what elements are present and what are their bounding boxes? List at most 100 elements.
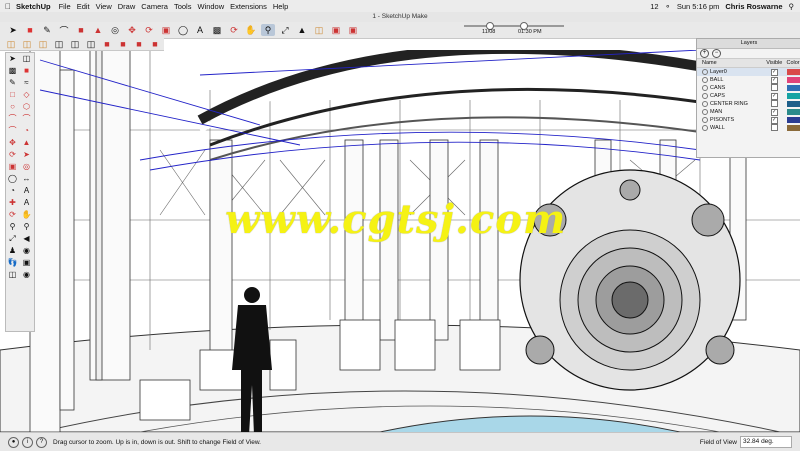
active-layer-radio[interactable] bbox=[702, 77, 708, 83]
layer-color-swatch[interactable] bbox=[786, 125, 800, 131]
palette-rect-icon[interactable]: □ bbox=[6, 89, 19, 100]
style-hidden-icon[interactable]: ■ bbox=[132, 38, 146, 50]
active-layer-radio[interactable] bbox=[702, 69, 708, 75]
palette-orbit-icon[interactable]: ⟳ bbox=[6, 209, 19, 220]
active-layer-radio[interactable] bbox=[702, 101, 708, 107]
layer-color-swatch[interactable] bbox=[786, 69, 800, 75]
palette-followme-icon[interactable]: ➤ bbox=[20, 149, 33, 160]
move-icon[interactable]: ✥ bbox=[125, 24, 139, 36]
shadow-time-slider[interactable]: 11/08 01:30 PM bbox=[460, 22, 570, 38]
layer-row[interactable]: WALL bbox=[697, 123, 800, 132]
layer-visible-checkbox[interactable]: ✓ bbox=[770, 76, 778, 84]
layer-visible-checkbox[interactable]: ✓ bbox=[770, 68, 778, 76]
extension-icon[interactable]: ▣ bbox=[329, 24, 343, 36]
iso-view-icon[interactable]: ◫ bbox=[4, 38, 18, 50]
palette-previous-icon[interactable]: ◀ bbox=[20, 233, 33, 244]
layer-visible-checkbox[interactable] bbox=[770, 83, 778, 91]
menu-tools[interactable]: Tools bbox=[174, 2, 198, 11]
layer-name-cell[interactable]: WALL bbox=[697, 125, 763, 131]
layer-name-cell[interactable]: BALL bbox=[697, 77, 763, 83]
search-icon[interactable]: ⚲ bbox=[789, 2, 795, 11]
menu-draw[interactable]: Draw bbox=[118, 2, 142, 11]
layer-visible-checkbox[interactable] bbox=[770, 99, 778, 107]
palette-offset-icon[interactable]: ◎ bbox=[20, 161, 33, 172]
layer-name-cell[interactable]: CANS bbox=[697, 85, 763, 91]
components-icon[interactable]: ◫ bbox=[312, 24, 326, 36]
active-layer-radio[interactable] bbox=[702, 117, 708, 123]
back-view-icon[interactable]: ◫ bbox=[68, 38, 82, 50]
tape-icon[interactable]: ◯ bbox=[176, 24, 190, 36]
palette-rotate-icon[interactable]: ⟳ bbox=[6, 149, 19, 160]
layer-color-swatch[interactable] bbox=[786, 101, 800, 107]
palette-3dtext-icon[interactable]: A bbox=[20, 197, 33, 208]
layer-visible-checkbox[interactable]: ✓ bbox=[770, 116, 778, 124]
palette-arc2-icon[interactable]: ⌒ bbox=[20, 113, 33, 124]
geo-location-icon[interactable]: ● bbox=[8, 436, 19, 448]
palette-move-icon[interactable]: ✥ bbox=[6, 137, 19, 148]
palette-arc-icon[interactable]: ⌒ bbox=[6, 113, 19, 124]
palette-scale-icon[interactable]: ▣ bbox=[6, 161, 19, 172]
header-visible[interactable]: Visible bbox=[763, 60, 785, 66]
arc-icon[interactable]: ⌒ bbox=[57, 24, 71, 36]
offset-icon[interactable]: ◎ bbox=[108, 24, 122, 36]
zoom-icon[interactable]: ⚲ bbox=[261, 24, 275, 36]
top-view-icon[interactable]: ◫ bbox=[20, 38, 34, 50]
layer-color-swatch[interactable] bbox=[786, 77, 800, 83]
palette-paint-icon[interactable]: ▩ bbox=[6, 65, 19, 76]
palette-zoom-icon[interactable]: ⚲ bbox=[6, 221, 19, 232]
palette-camera-icon[interactable]: ◉ bbox=[20, 269, 33, 280]
layout-icon[interactable]: ▣ bbox=[346, 24, 360, 36]
palette-sandbox-icon[interactable]: ◫ bbox=[6, 269, 19, 280]
help-icon[interactable]: ? bbox=[36, 436, 47, 448]
layer-name-cell[interactable]: MAN bbox=[697, 109, 763, 115]
header-color[interactable]: Color bbox=[785, 60, 800, 66]
menu-window[interactable]: Window bbox=[197, 2, 230, 11]
left-view-icon[interactable]: ◫ bbox=[84, 38, 98, 50]
palette-pie-icon[interactable]: ◔ bbox=[20, 125, 33, 136]
palette-dimension-icon[interactable]: ↔ bbox=[20, 173, 33, 184]
layer-color-swatch[interactable] bbox=[786, 117, 800, 123]
palette-axes-icon[interactable]: ✚ bbox=[6, 197, 19, 208]
add-layer-icon[interactable]: + bbox=[700, 49, 709, 58]
clock[interactable]: Sun 5:16 pm bbox=[677, 2, 720, 11]
style-xray-icon[interactable]: ■ bbox=[100, 38, 114, 50]
menu-extensions[interactable]: Extensions bbox=[230, 2, 273, 11]
layer-color-swatch[interactable] bbox=[786, 85, 800, 91]
zoom-extents-icon[interactable]: ⤢ bbox=[278, 24, 292, 36]
layer-row[interactable]: CANS bbox=[697, 83, 800, 92]
palette-zoomwindow-icon[interactable]: ⚲ bbox=[20, 221, 33, 232]
layer-row[interactable]: Layer0 ✓ bbox=[697, 68, 800, 76]
palette-polygon-icon[interactable]: ⬡ bbox=[20, 101, 33, 112]
style-shaded-icon[interactable]: ■ bbox=[148, 38, 162, 50]
palette-freehand-icon[interactable]: ≈ bbox=[20, 77, 33, 88]
palette-circle-icon[interactable]: ○ bbox=[6, 101, 19, 112]
select-icon[interactable]: ➤ bbox=[6, 24, 20, 36]
right-view-icon[interactable]: ◫ bbox=[52, 38, 66, 50]
layer-name-cell[interactable]: CENTER RING bbox=[697, 101, 763, 107]
remove-layer-icon[interactable]: − bbox=[712, 49, 721, 58]
palette-lookaround-icon[interactable]: ◉ bbox=[20, 245, 33, 256]
palette-arc3-icon[interactable]: ⌒ bbox=[6, 125, 19, 136]
palette-rotrect-icon[interactable]: ◇ bbox=[20, 89, 33, 100]
rotate-icon[interactable]: ⟳ bbox=[142, 24, 156, 36]
active-layer-radio[interactable] bbox=[702, 125, 708, 131]
palette-eraser-icon[interactable]: ■ bbox=[20, 65, 33, 76]
layer-row[interactable]: MAN ✓ bbox=[697, 108, 800, 116]
pencil-icon[interactable]: ✎ bbox=[40, 24, 54, 36]
palette-section-icon[interactable]: ▣ bbox=[20, 257, 33, 268]
palette-text-icon[interactable]: A bbox=[20, 185, 33, 196]
vcb-value[interactable]: 32.84 deg. bbox=[740, 436, 792, 448]
palette-walk-icon[interactable]: 👣 bbox=[6, 257, 19, 268]
orbit-icon[interactable]: ⟳ bbox=[227, 24, 241, 36]
apple-icon[interactable]:  bbox=[0, 2, 16, 11]
push-pull-icon[interactable]: ▲ bbox=[91, 24, 105, 36]
layer-name-cell[interactable]: Layer0 bbox=[697, 69, 763, 75]
layer-visible-checkbox[interactable]: ✓ bbox=[770, 108, 778, 116]
eraser-icon[interactable]: ■ bbox=[23, 24, 37, 36]
palette-position-icon[interactable]: ♟ bbox=[6, 245, 19, 256]
menu-view[interactable]: View bbox=[96, 2, 118, 11]
style-wire-icon[interactable]: ■ bbox=[116, 38, 130, 50]
shape-icon[interactable]: ■ bbox=[74, 24, 88, 36]
warehouse-icon[interactable]: ▲ bbox=[295, 24, 309, 36]
layer-visible-checkbox[interactable]: ✓ bbox=[770, 92, 778, 100]
